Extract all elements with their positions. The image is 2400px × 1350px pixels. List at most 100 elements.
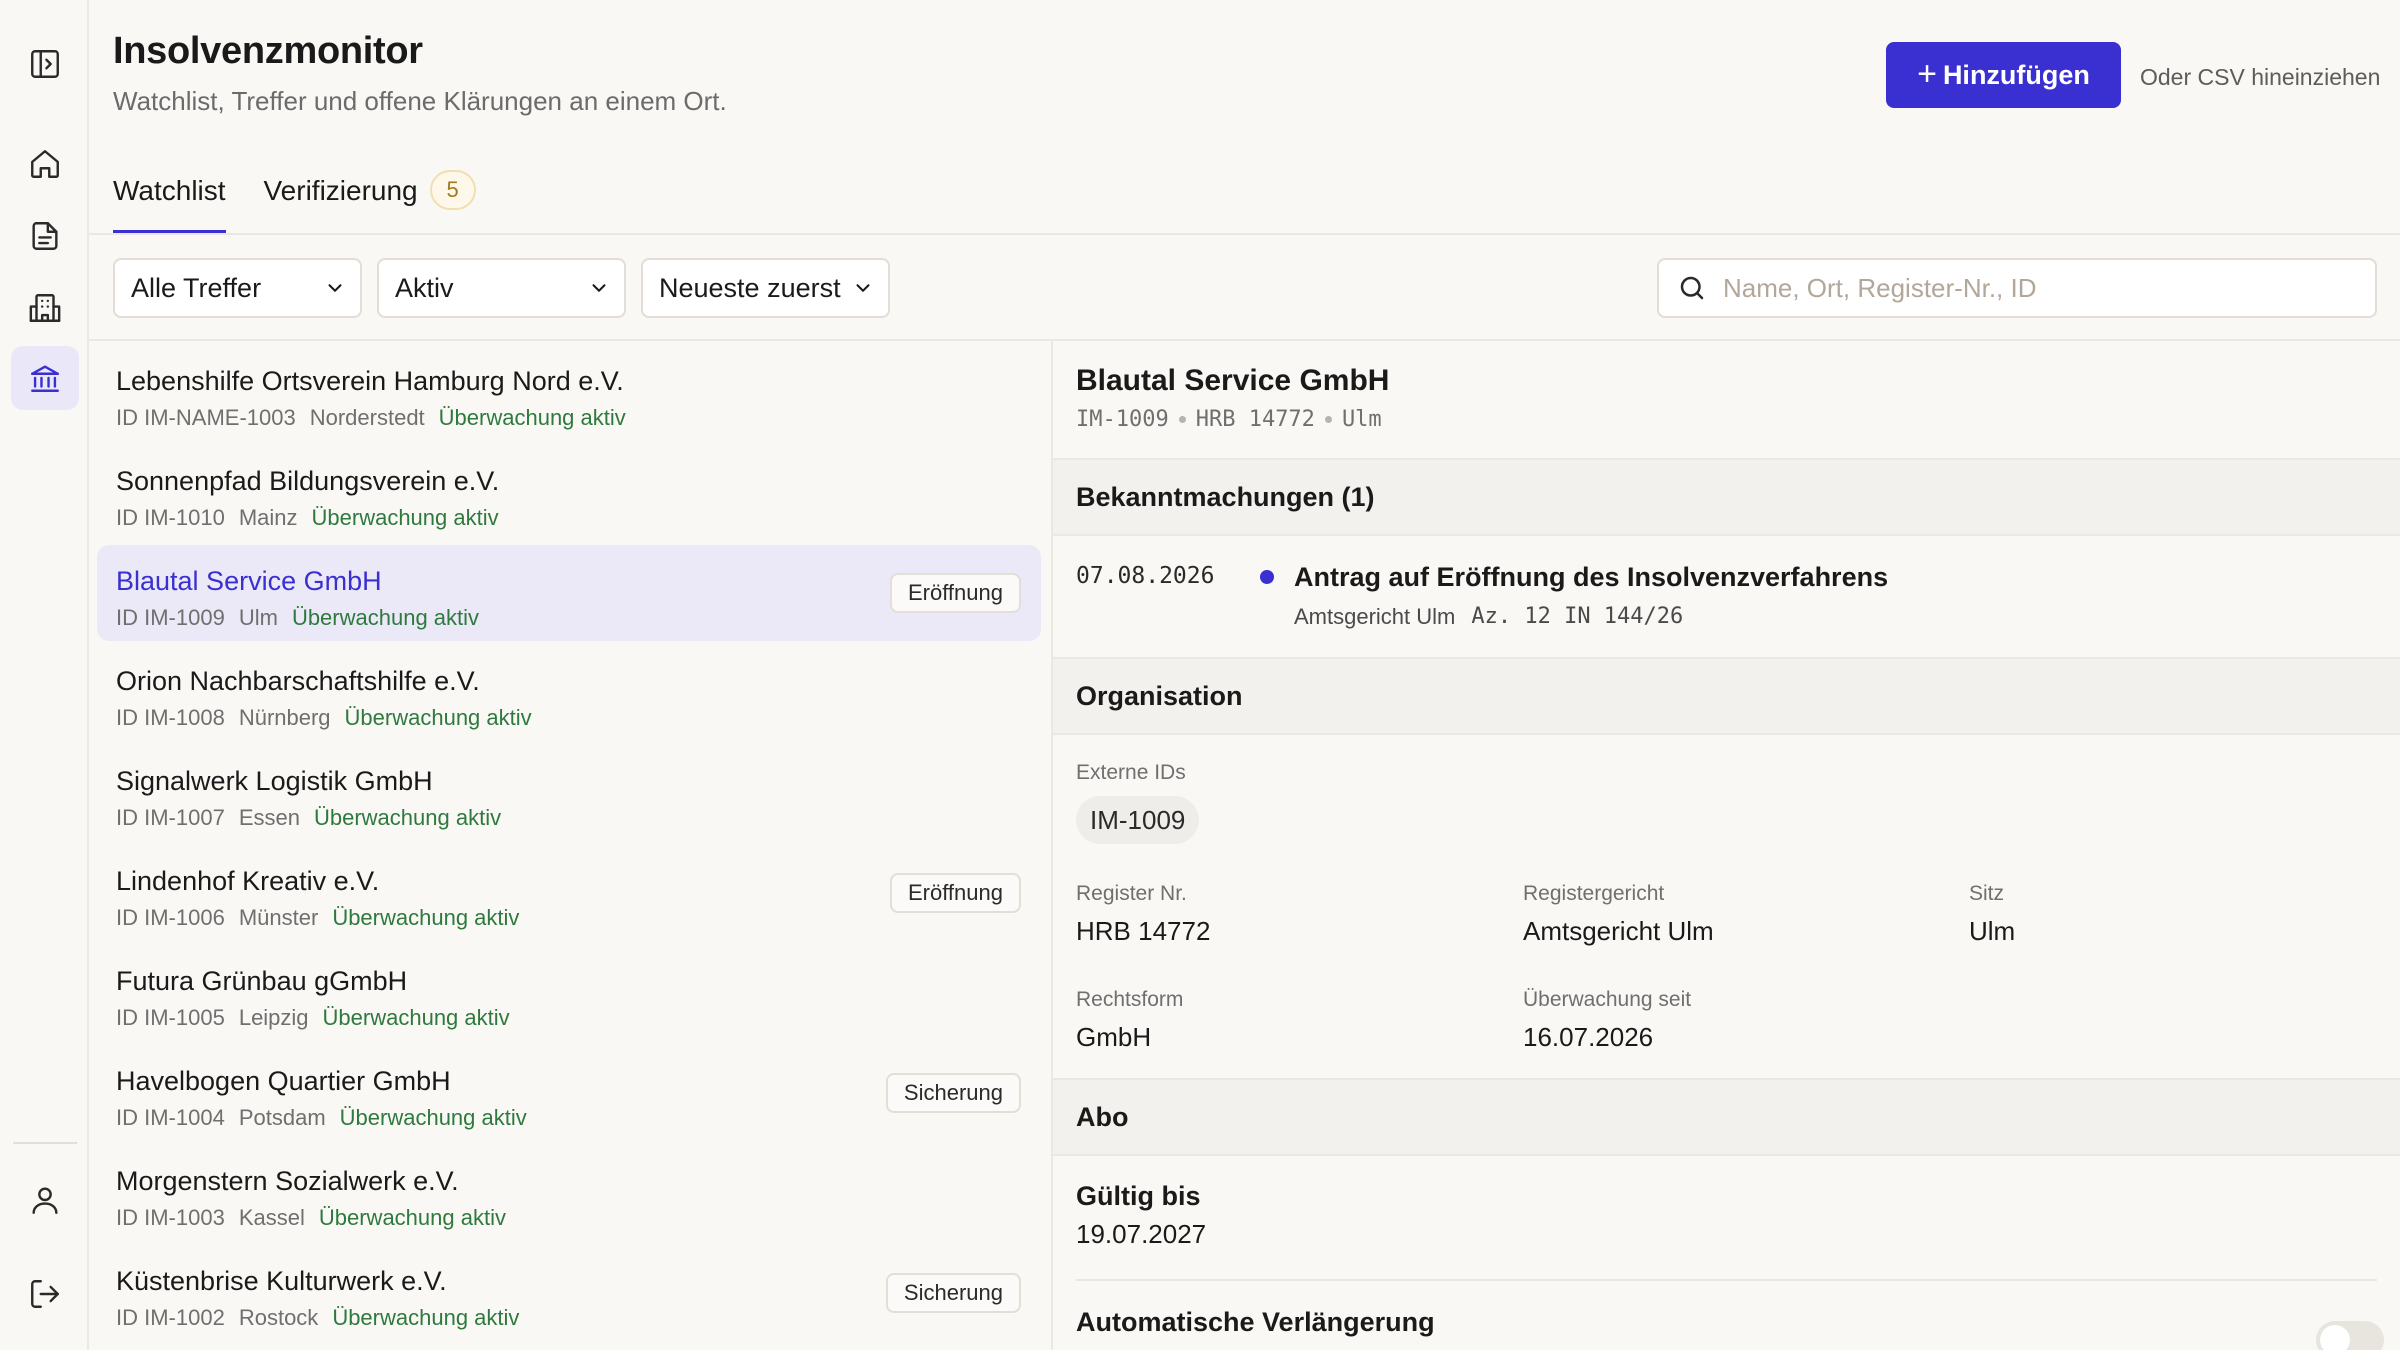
detail-company-name: Blautal Service GmbH: [1076, 364, 1390, 397]
list-item[interactable]: Futura Grünbau gGmbH ID IM-1005 Leipzig …: [97, 945, 1041, 1041]
event-tag: Sicherung: [885, 1273, 1021, 1313]
announcement-meta: Amtsgericht Ulm Az. 12 IN 144/26: [1294, 604, 1683, 630]
rail-divider: [13, 1142, 77, 1144]
item-id: ID IM-1007: [116, 805, 225, 830]
item-meta: ID IM-1005 Leipzig Überwachung aktiv: [116, 1005, 510, 1031]
nav-home[interactable]: [11, 132, 79, 196]
event-tag: Sicherung: [885, 1073, 1021, 1113]
item-name: Sonnenpfad Bildungsverein e.V.: [116, 466, 500, 496]
logout-icon: [31, 1280, 59, 1308]
item-id: ID IM-1004: [116, 1105, 225, 1130]
list-item[interactable]: Lindenhof Kreativ e.V. ID IM-1006 Münste…: [97, 845, 1041, 941]
tab-verifizierung[interactable]: Verifizierung 5: [263, 170, 476, 233]
item-meta: ID IM-NAME-1003 Norderstedt Überwachung …: [116, 405, 626, 431]
home-icon: [31, 150, 59, 178]
chevron-down-icon: [592, 284, 606, 292]
detail-city: Ulm: [1341, 407, 1382, 432]
item-meta: ID IM-1004 Potsdam Überwachung aktiv: [116, 1105, 527, 1131]
abo-header: Abo: [1053, 1078, 2400, 1156]
item-id: ID IM-1003: [116, 1205, 225, 1230]
list-item[interactable]: Morgenstern Sozialwerk e.V. ID IM-1003 K…: [97, 1145, 1041, 1241]
tab-watchlist[interactable]: Watchlist: [113, 175, 226, 233]
register-court-label: Registergericht: [1523, 882, 1665, 905]
valid-until-value: 19.07.2027: [1076, 1219, 1207, 1249]
announcement-file-number: Az. 12 IN 144/26: [1471, 604, 1684, 629]
item-city: Kassel: [238, 1205, 305, 1230]
external-ids-label: Externe IDs: [1076, 761, 1186, 784]
auto-renew-label: Automatische Verlängerung: [1076, 1307, 1435, 1337]
status-filter-select[interactable]: Aktiv: [377, 258, 626, 318]
item-status: Überwachung aktiv: [311, 505, 499, 530]
register-court-value: Amtsgericht Ulm: [1523, 916, 1714, 946]
user-icon: [32, 1187, 58, 1214]
detail-register: HRB 14772: [1195, 407, 1315, 432]
list-item-selected[interactable]: Blautal Service GmbH ID IM-1009 Ulm Über…: [97, 545, 1041, 641]
watchlist-list: Lebenshilfe Ortsverein Hamburg Nord e.V.…: [89, 341, 1051, 1350]
item-id: ID IM-1006: [116, 905, 225, 930]
list-item[interactable]: Orion Nachbarschaftshilfe e.V. ID IM-100…: [97, 645, 1041, 741]
announcements-title: Bekanntmachungen (1): [1076, 481, 1375, 512]
list-item[interactable]: Küstenbrise Kulturwerk e.V. ID IM-1002 R…: [97, 1245, 1041, 1341]
detail-identifiers: IM-1009 HRB 14772 Ulm: [1076, 407, 1382, 432]
item-city: Norderstedt: [309, 405, 425, 430]
monitored-since-value: 16.07.2026: [1523, 1022, 1654, 1052]
tab-bar: Watchlist Verifizierung 5: [113, 170, 476, 233]
nav-logout[interactable]: [11, 1262, 79, 1326]
tab-watchlist-label: Watchlist: [113, 175, 226, 206]
search-input[interactable]: [1723, 272, 2343, 304]
item-status: Überwachung aktiv: [322, 1005, 510, 1030]
item-status: Überwachung aktiv: [438, 405, 626, 430]
add-button[interactable]: + Hinzufügen: [1886, 42, 2121, 108]
announcement-date: 07.08.2026: [1076, 563, 1215, 589]
announcements-header: Bekanntmachungen (1): [1053, 458, 2400, 536]
list-item[interactable]: Signalwerk Logistik GmbH ID IM-1007 Esse…: [97, 745, 1041, 841]
nav-documents[interactable]: [11, 204, 79, 268]
item-name: Lindenhof Kreativ e.V.: [116, 866, 380, 896]
item-meta: ID IM-1008 Nürnberg Überwachung aktiv: [116, 705, 532, 731]
item-meta: ID IM-1003 Kassel Überwachung aktiv: [116, 1205, 506, 1231]
item-meta: ID IM-1007 Essen Überwachung aktiv: [116, 805, 501, 831]
count-badge: 5: [429, 170, 476, 210]
seat-value: Ulm: [1969, 916, 2016, 946]
announcement-title: Antrag auf Eröffnung des Insolvenzverfah…: [1294, 562, 1889, 592]
list-item[interactable]: Havelbogen Quartier GmbH ID IM-1004 Pots…: [97, 1045, 1041, 1141]
building-icon: [29, 294, 61, 322]
sidebar-toggle-button[interactable]: [11, 32, 79, 96]
list-item[interactable]: Lebenshilfe Ortsverein Hamburg Nord e.V.…: [97, 345, 1041, 441]
item-meta: ID IM-1010 Mainz Überwachung aktiv: [116, 505, 499, 531]
auto-renew-toggle[interactable]: [2316, 1321, 2384, 1350]
item-name: Signalwerk Logistik GmbH: [116, 766, 433, 796]
sidebar-toggle-icon: [31, 50, 59, 78]
item-status: Überwachung aktiv: [332, 905, 520, 930]
item-city: Nürnberg: [238, 705, 331, 730]
item-name: Morgenstern Sozialwerk e.V.: [116, 1166, 459, 1196]
sort-select[interactable]: Neueste zuerst: [641, 258, 890, 318]
seat-label: Sitz: [1969, 882, 2005, 905]
item-id: ID IM-1008: [116, 705, 225, 730]
legal-form-label: Rechtsform: [1076, 988, 1184, 1011]
chevron-down-icon: [328, 284, 342, 292]
item-id: ID IM-NAME-1003: [116, 405, 296, 430]
match-filter-select[interactable]: Alle Treffer: [113, 258, 362, 318]
item-id: ID IM-1009: [116, 605, 225, 630]
legal-form-value: GmbH: [1076, 1022, 1152, 1052]
item-name: Havelbogen Quartier GmbH: [116, 1066, 451, 1096]
nav-organisations[interactable]: [11, 276, 79, 340]
item-name: Lebenshilfe Ortsverein Hamburg Nord e.V.: [116, 366, 624, 396]
abo-divider: [1076, 1279, 2377, 1281]
page-title: Insolvenzmonitor: [113, 30, 423, 72]
list-item[interactable]: Sonnenpfad Bildungsverein e.V. ID IM-101…: [97, 445, 1041, 541]
item-city: Leipzig: [238, 1005, 309, 1030]
item-status: Überwachung aktiv: [313, 805, 502, 830]
tab-verifizierung-label: Verifizierung: [263, 175, 418, 206]
item-name: Futura Grünbau gGmbH: [116, 966, 408, 996]
detail-id: IM-1009: [1076, 407, 1169, 432]
item-id: ID IM-1002: [116, 1305, 225, 1330]
nav-profile[interactable]: [11, 1168, 79, 1232]
item-status: Überwachung aktiv: [291, 605, 480, 630]
event-tag: Eröffnung: [889, 573, 1021, 613]
nav-insolvency[interactable]: [11, 346, 79, 410]
item-city: Essen: [238, 805, 300, 830]
abo-title: Abo: [1076, 1101, 1129, 1132]
chevron-down-icon: [856, 284, 870, 292]
